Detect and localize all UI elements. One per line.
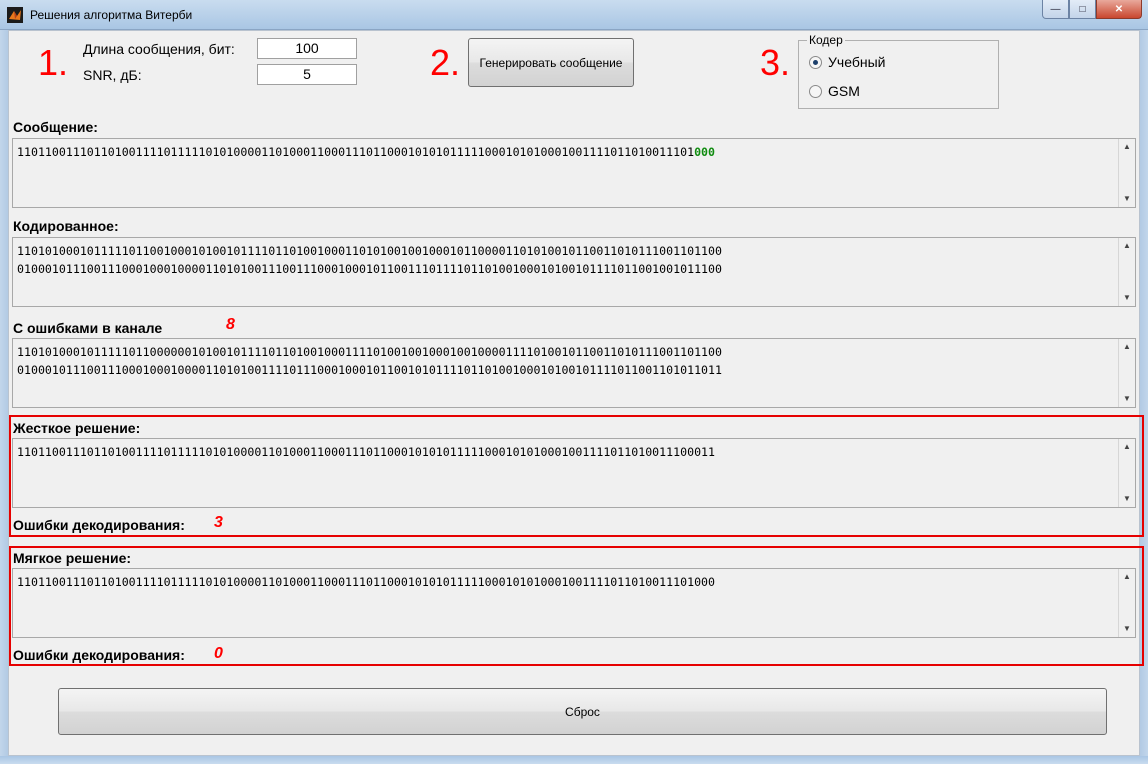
- channel-bits-line-1: 1101010001011111011000000101001011110110…: [17, 345, 722, 359]
- message-bits-tail: 000: [694, 145, 716, 159]
- soft-decision-textbox[interactable]: 1101100111011010011110111110101000011010…: [12, 568, 1136, 638]
- message-bits: 1101100111011010011110111110101000011010…: [17, 143, 1115, 161]
- scroll-down-icon[interactable]: ▼: [1119, 191, 1135, 207]
- hard-decision-textbox[interactable]: 1101100111011010011110111110101000011010…: [12, 438, 1136, 508]
- coder-option-educational-label: Учебный: [828, 54, 886, 70]
- scroll-up-icon[interactable]: ▲: [1119, 139, 1135, 155]
- scroll-up-icon[interactable]: ▲: [1119, 238, 1135, 254]
- channel-section-label: С ошибками в канале: [13, 320, 163, 336]
- maximize-button[interactable]: □: [1069, 0, 1096, 19]
- step-3-number: 3.: [760, 42, 791, 83]
- encoded-bits-line-1: 1101010001011111011001000101001011110110…: [17, 244, 722, 258]
- message-length-input[interactable]: 100: [257, 38, 357, 59]
- encoded-scrollbar[interactable]: ▲ ▼: [1118, 238, 1135, 306]
- close-button[interactable]: ✕: [1096, 0, 1142, 19]
- message-bits-line: 1101100111011010011110111110101000011010…: [17, 145, 695, 159]
- soft-decision-label: Мягкое решение:: [13, 550, 132, 566]
- soft-decision-scrollbar[interactable]: ▲ ▼: [1118, 569, 1135, 637]
- generate-message-button[interactable]: Генерировать сообщение: [468, 38, 634, 87]
- coder-option-gsm[interactable]: GSM: [809, 83, 860, 99]
- hard-decoding-errors-value: 3: [214, 514, 223, 531]
- message-section-label: Сообщение:: [13, 119, 98, 135]
- hard-decision-label: Жесткое решение:: [13, 420, 141, 436]
- message-length-label: Длина сообщения, бит:: [83, 41, 235, 57]
- hard-decoding-errors-label: Ошибки декодирования:: [13, 517, 185, 533]
- channel-error-count: 8: [226, 316, 235, 333]
- step-1-number: 1.: [38, 42, 69, 83]
- matlab-app-icon: [7, 7, 23, 23]
- channel-scrollbar[interactable]: ▲ ▼: [1118, 339, 1135, 407]
- scroll-down-icon[interactable]: ▼: [1119, 491, 1135, 507]
- scroll-down-icon[interactable]: ▼: [1119, 290, 1135, 306]
- radio-unselected-icon[interactable]: [809, 84, 822, 98]
- scroll-up-icon[interactable]: ▲: [1119, 439, 1135, 455]
- channel-bits: 1101010001011111011000000101001011110110…: [17, 343, 1115, 379]
- hard-decision-bits: 1101100111011010011110111110101000011010…: [17, 445, 716, 459]
- snr-label: SNR, дБ:: [83, 67, 142, 83]
- soft-decision-bits: 1101100111011010011110111110101000011010…: [17, 575, 716, 589]
- coder-group: Кодер Учебный GSM: [798, 33, 999, 109]
- encoded-textbox[interactable]: 1101010001011111011001000101001011110110…: [12, 237, 1136, 307]
- window-border-left: [0, 30, 8, 756]
- radio-selected-icon[interactable]: [809, 55, 822, 69]
- scroll-down-icon[interactable]: ▼: [1119, 621, 1135, 637]
- scroll-down-icon[interactable]: ▼: [1119, 391, 1135, 407]
- minimize-button[interactable]: —: [1042, 0, 1069, 19]
- scroll-up-icon[interactable]: ▲: [1119, 569, 1135, 585]
- snr-input[interactable]: 5: [257, 64, 357, 85]
- channel-bits-line-2: 0100010111001110001000100001101010011110…: [17, 363, 722, 377]
- window-titlebar[interactable]: Решения алгоритма Витерби — □ ✕: [0, 0, 1148, 30]
- hard-decision-scrollbar[interactable]: ▲ ▼: [1118, 439, 1135, 507]
- window-title: Решения алгоритма Витерби: [30, 8, 193, 22]
- step-2-number: 2.: [430, 42, 461, 83]
- soft-decoding-errors-label: Ошибки декодирования:: [13, 647, 185, 663]
- message-textbox[interactable]: 1101100111011010011110111110101000011010…: [12, 138, 1136, 208]
- coder-option-gsm-label: GSM: [828, 83, 860, 99]
- encoded-section-label: Кодированное:: [13, 218, 119, 234]
- soft-decoding-errors-value: 0: [214, 645, 223, 662]
- message-scrollbar[interactable]: ▲ ▼: [1118, 139, 1135, 207]
- scroll-up-icon[interactable]: ▲: [1119, 339, 1135, 355]
- encoded-bits-line-2: 0100010111001110001000100001101010011100…: [17, 262, 722, 276]
- encoded-bits: 1101010001011111011001000101001011110110…: [17, 242, 1115, 278]
- reset-button[interactable]: Сброс: [58, 688, 1107, 735]
- coder-option-educational[interactable]: Учебный: [809, 54, 885, 70]
- window-border-bottom: [0, 756, 1148, 764]
- coder-group-title: Кодер: [807, 33, 845, 47]
- window-controls: — □ ✕: [1042, 0, 1142, 19]
- channel-textbox[interactable]: 1101010001011111011000000101001011110110…: [12, 338, 1136, 408]
